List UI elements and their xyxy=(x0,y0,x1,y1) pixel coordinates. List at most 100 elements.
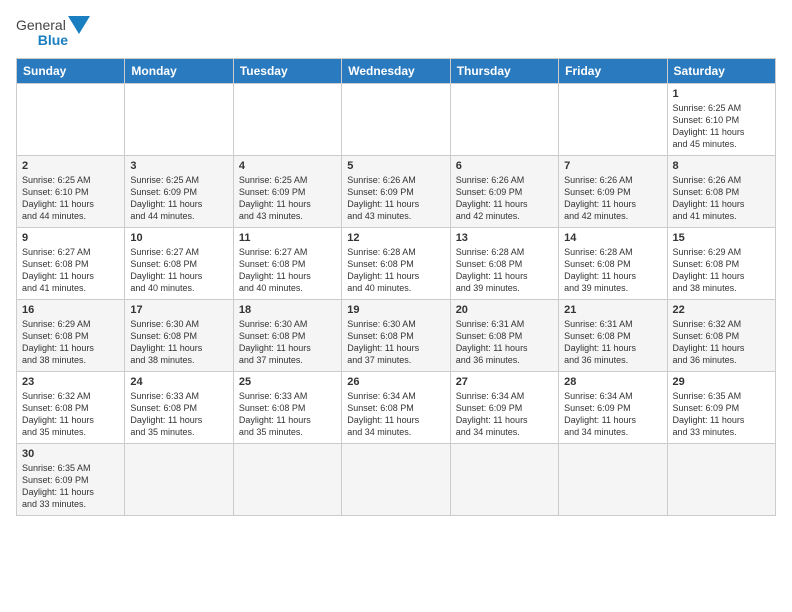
day-number: 17 xyxy=(130,304,227,316)
day-info: Sunrise: 6:31 AM Sunset: 6:08 PM Dayligh… xyxy=(456,318,553,367)
logo: General Blue xyxy=(16,16,90,48)
day-number: 11 xyxy=(239,232,336,244)
day-cell: 27 Sunrise: 6:34 AM Sunset: 6:09 PM Dayli… xyxy=(450,372,558,444)
col-header-friday: Friday xyxy=(559,59,667,84)
day-number: 8 xyxy=(673,160,770,172)
day-cell: 1Sunrise: 6:25 AM Sunset: 6:10 PM Daylig… xyxy=(667,84,775,156)
day-cell: 20Sunrise: 6:31 AM Sunset: 6:08 PM Dayli… xyxy=(450,300,558,372)
day-number: 22 xyxy=(673,304,770,316)
day-info: Sunrise: 6:27 AM Sunset: 6:08 PM Dayligh… xyxy=(130,246,227,295)
day-info: Sunrise: 6:32 AM Sunset: 6:08 PM Dayligh… xyxy=(22,390,119,439)
day-number: 26 xyxy=(347,376,444,388)
day-cell: 12Sunrise: 6:28 AM Sunset: 6:08 PM Dayli… xyxy=(342,228,450,300)
day-cell: 3 Sunrise: 6:25 AM Sunset: 6:09 PM Daylig… xyxy=(125,156,233,228)
day-cell: 23 Sunrise: 6:32 AM Sunset: 6:08 PM Dayli… xyxy=(17,372,125,444)
day-cell xyxy=(450,444,558,516)
day-number: 19 xyxy=(347,304,444,316)
day-info: Sunrise: 6:32 AM Sunset: 6:08 PM Dayligh… xyxy=(673,318,770,367)
day-info: Sunrise: 6:26 AM Sunset: 6:08 PM Dayligh… xyxy=(673,174,770,223)
day-number: 24 xyxy=(130,376,227,388)
col-header-monday: Monday xyxy=(125,59,233,84)
day-cell: 7 Sunrise: 6:26 AM Sunset: 6:09 PM Daylig… xyxy=(559,156,667,228)
day-info: Sunrise: 6:28 AM Sunset: 6:08 PM Dayligh… xyxy=(564,246,661,295)
week-row-4: 23 Sunrise: 6:32 AM Sunset: 6:08 PM Dayli… xyxy=(17,372,776,444)
day-cell xyxy=(17,84,125,156)
day-cell: 2 Sunrise: 6:25 AM Sunset: 6:10 PM Daylig… xyxy=(17,156,125,228)
day-cell: 14 Sunrise: 6:28 AM Sunset: 6:08 PM Dayli… xyxy=(559,228,667,300)
week-row-2: 9 Sunrise: 6:27 AM Sunset: 6:08 PM Daylig… xyxy=(17,228,776,300)
logo-chevron-icon xyxy=(68,16,90,34)
logo-blue-text: Blue xyxy=(38,32,68,48)
day-number: 9 xyxy=(22,232,119,244)
day-cell: 5Sunrise: 6:26 AM Sunset: 6:09 PM Daylig… xyxy=(342,156,450,228)
day-number: 2 xyxy=(22,160,119,172)
day-number: 23 xyxy=(22,376,119,388)
week-row-0: 1Sunrise: 6:25 AM Sunset: 6:10 PM Daylig… xyxy=(17,84,776,156)
day-cell xyxy=(342,444,450,516)
day-number: 18 xyxy=(239,304,336,316)
day-cell xyxy=(667,444,775,516)
day-cell: 17 Sunrise: 6:30 AM Sunset: 6:08 PM Dayli… xyxy=(125,300,233,372)
day-number: 6 xyxy=(456,160,553,172)
day-info: Sunrise: 6:26 AM Sunset: 6:09 PM Dayligh… xyxy=(564,174,661,223)
header-row: SundayMondayTuesdayWednesdayThursdayFrid… xyxy=(17,59,776,84)
day-cell: 25Sunrise: 6:33 AM Sunset: 6:08 PM Dayli… xyxy=(233,372,341,444)
logo-general-text: General xyxy=(16,17,66,33)
day-cell: 22 Sunrise: 6:32 AM Sunset: 6:08 PM Dayli… xyxy=(667,300,775,372)
day-number: 15 xyxy=(673,232,770,244)
day-cell: 30Sunrise: 6:35 AM Sunset: 6:09 PM Dayli… xyxy=(17,444,125,516)
day-cell: 9Sunrise: 6:27 AM Sunset: 6:08 PM Daylig… xyxy=(17,228,125,300)
day-info: Sunrise: 6:30 AM Sunset: 6:08 PM Dayligh… xyxy=(130,318,227,367)
day-cell xyxy=(125,444,233,516)
day-number: 27 xyxy=(456,376,553,388)
day-cell: 18 Sunrise: 6:30 AM Sunset: 6:08 PM Dayli… xyxy=(233,300,341,372)
day-number: 3 xyxy=(130,160,227,172)
day-info: Sunrise: 6:26 AM Sunset: 6:09 PM Dayligh… xyxy=(347,174,444,223)
day-info: Sunrise: 6:26 AM Sunset: 6:09 PM Dayligh… xyxy=(456,174,553,223)
week-row-5: 30Sunrise: 6:35 AM Sunset: 6:09 PM Dayli… xyxy=(17,444,776,516)
day-info: Sunrise: 6:25 AM Sunset: 6:10 PM Dayligh… xyxy=(673,102,770,151)
day-info: Sunrise: 6:25 AM Sunset: 6:10 PM Dayligh… xyxy=(22,174,119,223)
day-info: Sunrise: 6:34 AM Sunset: 6:09 PM Dayligh… xyxy=(564,390,661,439)
col-header-thursday: Thursday xyxy=(450,59,558,84)
day-cell: 21 Sunrise: 6:31 AM Sunset: 6:08 PM Dayli… xyxy=(559,300,667,372)
day-number: 10 xyxy=(130,232,227,244)
day-number: 30 xyxy=(22,448,119,460)
day-cell: 6 Sunrise: 6:26 AM Sunset: 6:09 PM Daylig… xyxy=(450,156,558,228)
day-info: Sunrise: 6:34 AM Sunset: 6:08 PM Dayligh… xyxy=(347,390,444,439)
day-number: 28 xyxy=(564,376,661,388)
day-number: 16 xyxy=(22,304,119,316)
header: General Blue xyxy=(16,16,776,48)
day-cell xyxy=(233,444,341,516)
day-number: 7 xyxy=(564,160,661,172)
week-row-3: 16 Sunrise: 6:29 AM Sunset: 6:08 PM Dayli… xyxy=(17,300,776,372)
day-cell xyxy=(233,84,341,156)
col-header-tuesday: Tuesday xyxy=(233,59,341,84)
day-cell xyxy=(559,444,667,516)
day-info: Sunrise: 6:30 AM Sunset: 6:08 PM Dayligh… xyxy=(347,318,444,367)
day-info: Sunrise: 6:25 AM Sunset: 6:09 PM Dayligh… xyxy=(239,174,336,223)
day-cell: 13Sunrise: 6:28 AM Sunset: 6:08 PM Dayli… xyxy=(450,228,558,300)
day-info: Sunrise: 6:29 AM Sunset: 6:08 PM Dayligh… xyxy=(673,246,770,295)
day-cell: 11Sunrise: 6:27 AM Sunset: 6:08 PM Dayli… xyxy=(233,228,341,300)
day-info: Sunrise: 6:34 AM Sunset: 6:09 PM Dayligh… xyxy=(456,390,553,439)
day-cell: 10 Sunrise: 6:27 AM Sunset: 6:08 PM Dayli… xyxy=(125,228,233,300)
day-number: 13 xyxy=(456,232,553,244)
day-cell: 24Sunrise: 6:33 AM Sunset: 6:08 PM Dayli… xyxy=(125,372,233,444)
day-info: Sunrise: 6:29 AM Sunset: 6:08 PM Dayligh… xyxy=(22,318,119,367)
day-cell: 26 Sunrise: 6:34 AM Sunset: 6:08 PM Dayli… xyxy=(342,372,450,444)
day-cell xyxy=(450,84,558,156)
day-cell: 15 Sunrise: 6:29 AM Sunset: 6:08 PM Dayli… xyxy=(667,228,775,300)
day-cell: 28 Sunrise: 6:34 AM Sunset: 6:09 PM Dayli… xyxy=(559,372,667,444)
day-number: 4 xyxy=(239,160,336,172)
col-header-sunday: Sunday xyxy=(17,59,125,84)
day-number: 14 xyxy=(564,232,661,244)
col-header-wednesday: Wednesday xyxy=(342,59,450,84)
day-number: 21 xyxy=(564,304,661,316)
day-number: 25 xyxy=(239,376,336,388)
day-info: Sunrise: 6:25 AM Sunset: 6:09 PM Dayligh… xyxy=(130,174,227,223)
day-info: Sunrise: 6:31 AM Sunset: 6:08 PM Dayligh… xyxy=(564,318,661,367)
day-info: Sunrise: 6:30 AM Sunset: 6:08 PM Dayligh… xyxy=(239,318,336,367)
day-number: 29 xyxy=(673,376,770,388)
week-row-1: 2 Sunrise: 6:25 AM Sunset: 6:10 PM Daylig… xyxy=(17,156,776,228)
